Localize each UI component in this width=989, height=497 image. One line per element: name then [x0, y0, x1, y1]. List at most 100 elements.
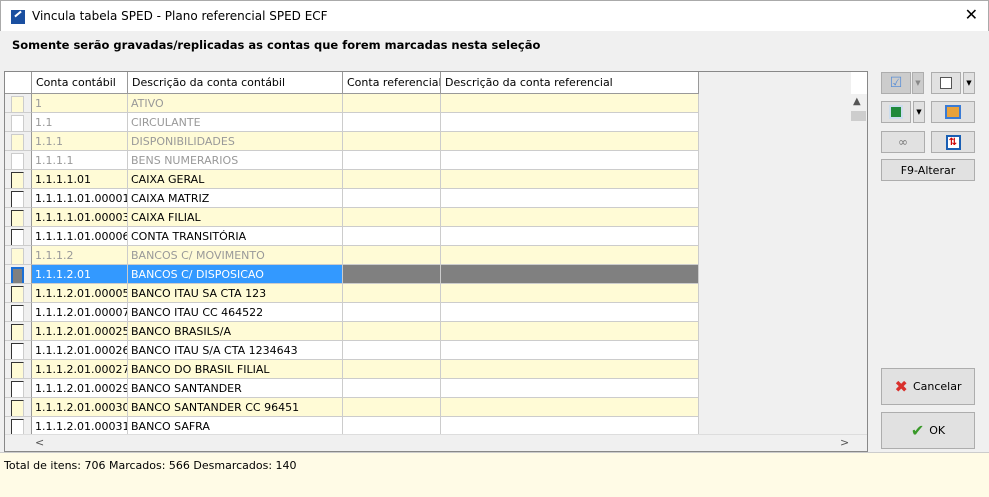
cell-descref[interactable] — [441, 132, 699, 151]
table-row[interactable]: 1.1 CIRCULANTE — [5, 113, 699, 132]
cell-desc[interactable]: BANCO ITAU SA CTA 123 — [128, 284, 343, 303]
excel-dropdown-button[interactable]: ▼ — [913, 101, 925, 123]
cell-conta[interactable]: 1.1.1.1.01.00001 — [32, 189, 128, 208]
cell-ref[interactable] — [343, 94, 441, 113]
cell-descref[interactable] — [441, 113, 699, 132]
search-button[interactable]: ∞ — [881, 131, 925, 153]
ok-button[interactable]: ✔ OK — [881, 412, 975, 449]
cell-ref[interactable] — [343, 227, 441, 246]
cell-conta[interactable]: 1.1.1.1 — [32, 151, 128, 170]
cell-descref[interactable] — [441, 151, 699, 170]
column-header[interactable]: Conta referencial — [343, 72, 441, 94]
row-checkbox[interactable] — [11, 286, 24, 302]
cell-ref[interactable] — [343, 341, 441, 360]
row-checkbox[interactable] — [11, 248, 24, 264]
cell-conta[interactable]: 1.1.1.2.01.00027 — [32, 360, 128, 379]
cell-ref[interactable] — [343, 113, 441, 132]
cell-desc[interactable]: BANCO SANTANDER — [128, 379, 343, 398]
cell-descref[interactable] — [441, 170, 699, 189]
table-row[interactable]: 1.1.1.2.01.00025 BANCO BRASILS/A — [5, 322, 699, 341]
cell-desc[interactable]: CAIXA GERAL — [128, 170, 343, 189]
row-checkbox[interactable] — [11, 267, 24, 283]
row-checkbox[interactable] — [11, 381, 24, 397]
row-checkbox[interactable] — [11, 324, 24, 340]
cell-ref[interactable] — [343, 303, 441, 322]
cell-desc[interactable]: BANCOS C/ MOVIMENTO — [128, 246, 343, 265]
row-checkbox[interactable] — [11, 191, 24, 207]
cell-descref[interactable] — [441, 379, 699, 398]
scroll-thumb[interactable] — [851, 111, 866, 121]
cell-descref[interactable] — [441, 246, 699, 265]
cell-ref[interactable] — [343, 132, 441, 151]
check-all-button[interactable]: ☑ — [881, 72, 911, 94]
cell-desc[interactable]: CAIXA MATRIZ — [128, 189, 343, 208]
column-header[interactable] — [5, 72, 32, 94]
cell-ref[interactable] — [343, 170, 441, 189]
row-checkbox[interactable] — [11, 210, 24, 226]
cell-conta[interactable]: 1.1.1.2 — [32, 246, 128, 265]
cell-ref[interactable] — [343, 284, 441, 303]
report-button[interactable] — [931, 101, 975, 123]
cell-desc[interactable]: BANCO ITAU S/A CTA 1234643 — [128, 341, 343, 360]
vertical-scrollbar[interactable]: ▲ — [850, 94, 867, 435]
cell-ref[interactable] — [343, 189, 441, 208]
cell-descref[interactable] — [441, 303, 699, 322]
cell-ref[interactable] — [343, 208, 441, 227]
check-dropdown-button[interactable]: ▼ — [912, 72, 924, 94]
cell-descref[interactable] — [441, 322, 699, 341]
cell-descref[interactable] — [441, 227, 699, 246]
row-checkbox[interactable] — [11, 115, 24, 131]
row-checkbox[interactable] — [11, 305, 24, 321]
cell-conta[interactable]: 1.1.1.1.01.00006 — [32, 227, 128, 246]
cell-conta[interactable]: 1.1 — [32, 113, 128, 132]
sort-button[interactable]: ⇅ — [931, 131, 975, 153]
table-row[interactable]: 1.1.1.1 BENS NUMERARIOS — [5, 151, 699, 170]
column-header[interactable]: Descrição da conta referencial — [441, 72, 699, 94]
table-row[interactable]: 1.1.1.1.01.00006 CONTA TRANSITÓRIA — [5, 227, 699, 246]
row-checkbox[interactable] — [11, 172, 24, 188]
table-row[interactable]: 1.1.1.1.01.00001 CAIXA MATRIZ — [5, 189, 699, 208]
cell-ref[interactable] — [343, 360, 441, 379]
cell-ref[interactable] — [343, 151, 441, 170]
row-checkbox[interactable] — [11, 153, 24, 169]
close-button[interactable]: ✕ — [965, 5, 978, 24]
table-row[interactable]: 1.1.1.2 BANCOS C/ MOVIMENTO — [5, 246, 699, 265]
table-row[interactable]: 1.1.1.1.01.00003 CAIXA FILIAL — [5, 208, 699, 227]
cell-ref[interactable] — [343, 322, 441, 341]
cell-desc[interactable]: CIRCULANTE — [128, 113, 343, 132]
table-row[interactable]: 1.1.1.2.01 BANCOS C/ DISPOSICAO — [5, 265, 699, 284]
scroll-right-icon[interactable]: > — [840, 436, 849, 449]
cell-conta[interactable]: 1.1.1.2.01.00029 — [32, 379, 128, 398]
f9-alterar-button[interactable]: F9-Alterar — [881, 159, 975, 181]
excel-export-button[interactable] — [881, 101, 911, 123]
cell-conta[interactable]: 1 — [32, 94, 128, 113]
cell-ref[interactable] — [343, 265, 441, 284]
cell-desc[interactable]: DISPONIBILIDADES — [128, 132, 343, 151]
cell-conta[interactable]: 1.1.1.2.01.00005 — [32, 284, 128, 303]
table-row[interactable]: 1.1.1.2.01.00027 BANCO DO BRASIL FILIAL — [5, 360, 699, 379]
scroll-left-icon[interactable]: < — [35, 436, 44, 449]
cell-conta[interactable]: 1.1.1.2.01.00025 — [32, 322, 128, 341]
column-header[interactable]: Conta contábil — [32, 72, 128, 94]
table-row[interactable]: 1.1.1.1.01 CAIXA GERAL — [5, 170, 699, 189]
cell-ref[interactable] — [343, 398, 441, 417]
cell-desc[interactable]: BANCO ITAU CC 464522 — [128, 303, 343, 322]
cell-desc[interactable]: CAIXA FILIAL — [128, 208, 343, 227]
cell-descref[interactable] — [441, 284, 699, 303]
row-checkbox[interactable] — [11, 400, 24, 416]
cell-desc[interactable]: BANCO DO BRASIL FILIAL — [128, 360, 343, 379]
cell-conta[interactable]: 1.1.1.2.01.00026 — [32, 341, 128, 360]
cell-descref[interactable] — [441, 208, 699, 227]
cancel-button[interactable]: ✖ Cancelar — [881, 368, 975, 405]
cell-desc[interactable]: BANCOS C/ DISPOSICAO — [128, 265, 343, 284]
row-checkbox[interactable] — [11, 362, 24, 378]
table-row[interactable]: 1.1.1.2.01.00029 BANCO SANTANDER — [5, 379, 699, 398]
cell-conta[interactable]: 1.1.1.2.01 — [32, 265, 128, 284]
row-checkbox[interactable] — [11, 96, 24, 112]
table-row[interactable]: 1 ATIVO — [5, 94, 699, 113]
uncheck-dropdown-button[interactable]: ▼ — [963, 72, 975, 94]
cell-descref[interactable] — [441, 360, 699, 379]
cell-descref[interactable] — [441, 94, 699, 113]
row-checkbox[interactable] — [11, 343, 24, 359]
cell-descref[interactable] — [441, 265, 699, 284]
